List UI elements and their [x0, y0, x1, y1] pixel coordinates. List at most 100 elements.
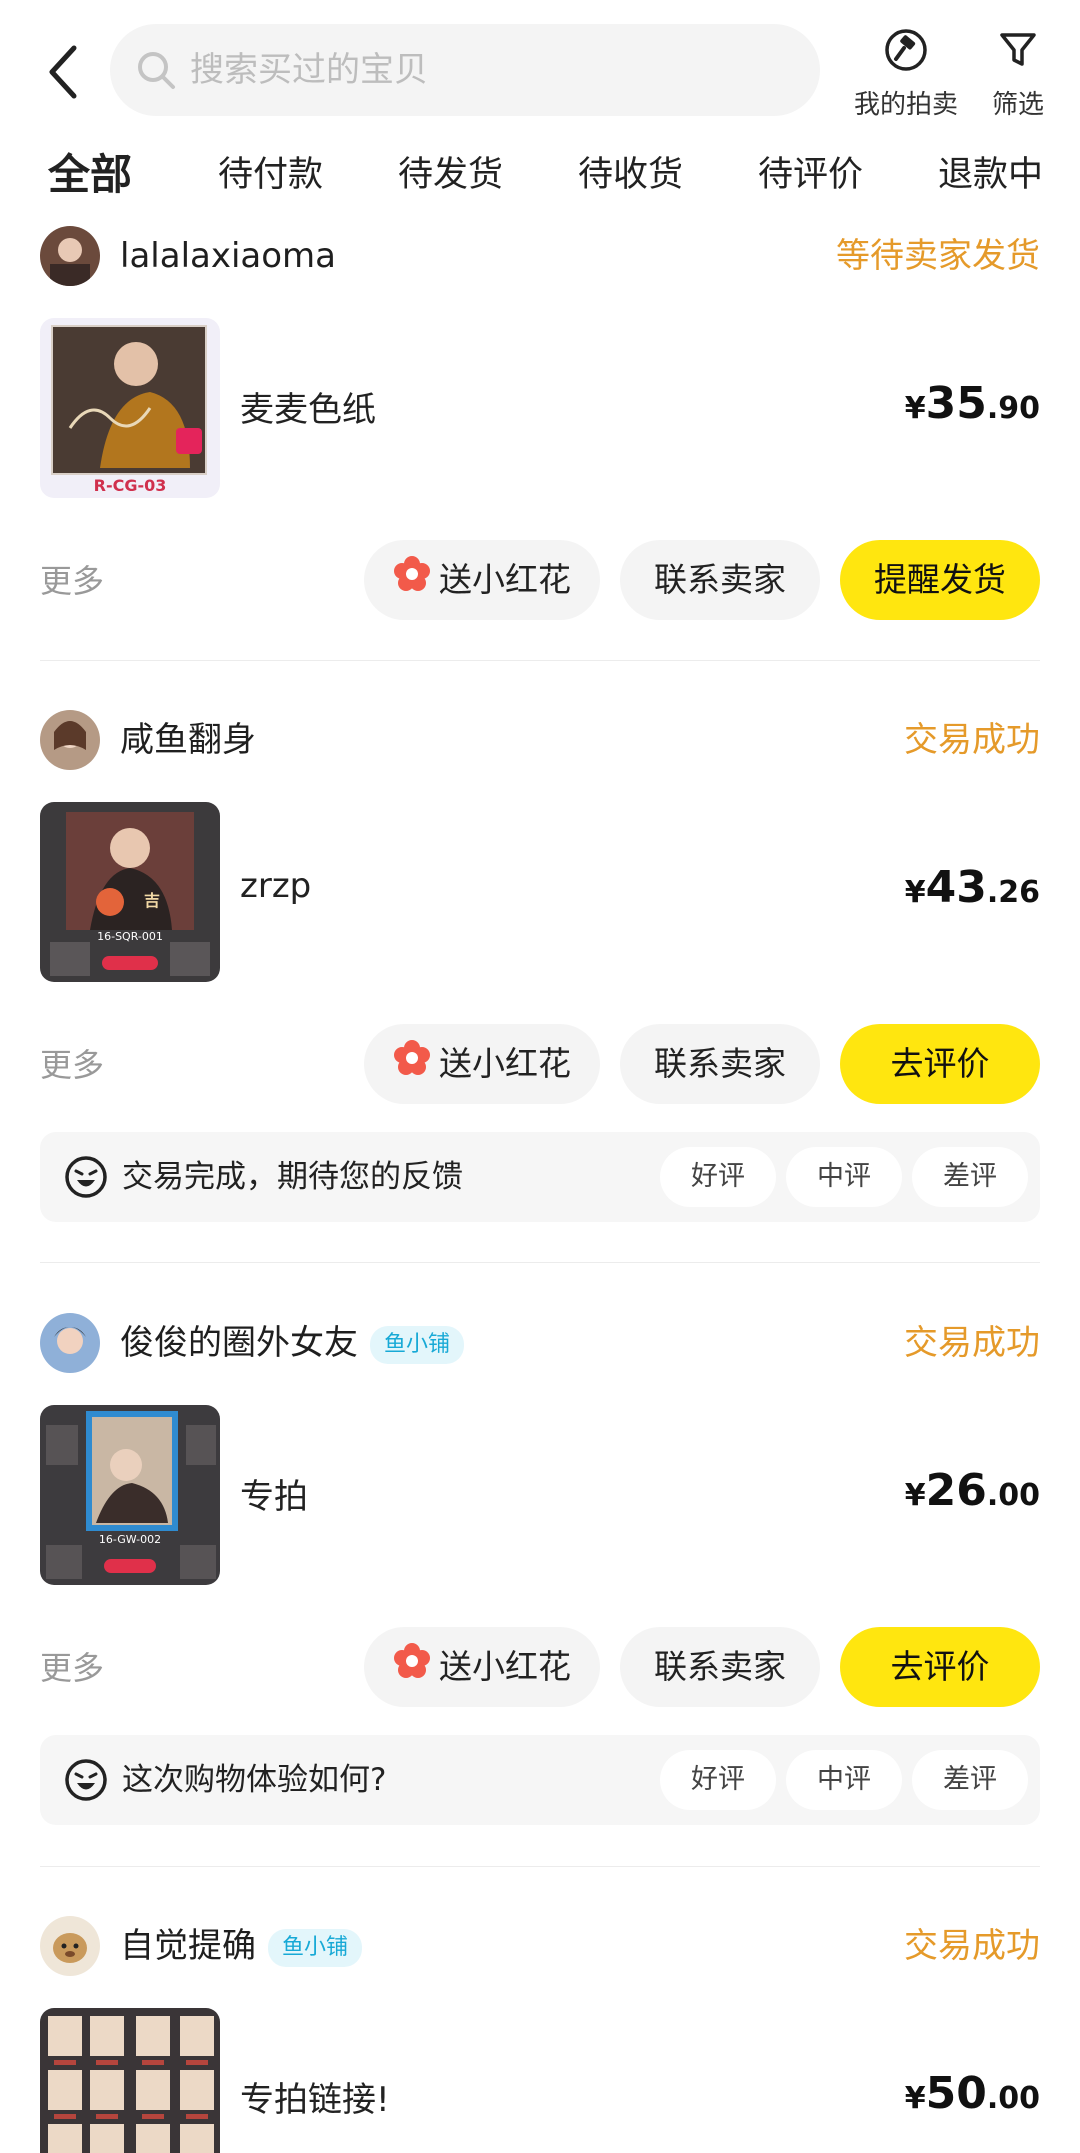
- tab-pending-shipment[interactable]: 待发货: [398, 135, 503, 215]
- send-flower-label: 送小红花: [439, 1044, 571, 1083]
- flower-icon: [393, 1026, 431, 1106]
- product-title[interactable]: 麦麦色纸: [240, 382, 376, 431]
- currency-symbol: ¥: [904, 1478, 926, 1513]
- shop-row[interactable]: 自觉提确 鱼小铺 交易成功: [40, 1916, 1040, 1976]
- currency-symbol: ¥: [904, 2081, 926, 2116]
- product-title[interactable]: 专拍链接!: [240, 2072, 390, 2121]
- shop-row[interactable]: lalalaxiaoma 等待卖家发货: [40, 226, 1040, 286]
- shop-name: 自觉提确 鱼小铺: [120, 1916, 363, 1976]
- shop-name: lalalaxiaoma: [120, 236, 337, 276]
- auction-label: 我的拍卖: [853, 90, 958, 120]
- product-title[interactable]: 专拍: [240, 1469, 308, 1518]
- send-flower-label: 送小红花: [439, 560, 571, 599]
- shop-name-text: 俊俊的圈外女友: [120, 1323, 358, 1363]
- product-price: ¥50.00: [905, 2068, 1040, 2119]
- product-thumbnail[interactable]: 16-GW-002: [40, 1405, 220, 1585]
- send-flower-button[interactable]: 送小红花: [364, 1627, 600, 1707]
- order-tabs: 全部 待付款 待发货 待收货 待评价 退款中: [0, 135, 1080, 225]
- back-arrow-icon[interactable]: [40, 40, 90, 104]
- tab-pending-review[interactable]: 待评价: [758, 135, 863, 215]
- product-thumbnail[interactable]: [40, 2008, 220, 2153]
- rate-neutral-button[interactable]: 中评: [786, 1147, 902, 1207]
- feedback-prompt: 这次购物体验如何?: [122, 1762, 387, 1798]
- price-integer: 50: [925, 2068, 987, 2119]
- send-flower-label: 送小红花: [439, 1647, 571, 1686]
- rate-neutral-button[interactable]: 中评: [786, 1750, 902, 1810]
- send-flower-button[interactable]: 送小红花: [364, 540, 600, 620]
- tab-refunding[interactable]: 退款中: [938, 135, 1043, 215]
- filter-funnel-icon: [958, 20, 1078, 80]
- order-card[interactable]: 俊俊的圈外女友 鱼小铺 交易成功 16-GW-002 专拍 ¥26.00 更多 送…: [40, 1313, 1040, 1833]
- order-card[interactable]: 自觉提确 鱼小铺 交易成功 专拍链接! ¥50.00: [40, 1916, 1040, 2153]
- flower-icon: [393, 1629, 431, 1709]
- feedback-bar: 交易完成，期待您的反馈 好评 中评 差评: [40, 1132, 1040, 1222]
- face-icon: [64, 1155, 108, 1199]
- feedback-bar: 这次购物体验如何? 好评 中评 差评: [40, 1735, 1040, 1825]
- order-status: 交易成功: [904, 1926, 1040, 1966]
- filter-label: 筛选: [991, 90, 1044, 120]
- product-price: ¥35.90: [905, 378, 1040, 429]
- price-decimal: .00: [986, 1478, 1040, 1513]
- face-icon: [64, 1758, 108, 1802]
- rate-good-button[interactable]: 好评: [660, 1147, 776, 1207]
- avatar: [40, 710, 100, 770]
- shop-badge: 鱼小铺: [370, 1325, 465, 1364]
- shop-row[interactable]: 俊俊的圈外女友 鱼小铺 交易成功: [40, 1313, 1040, 1373]
- divider: [40, 660, 1040, 661]
- shop-badge: 鱼小铺: [268, 1928, 363, 1967]
- order-status: 交易成功: [904, 720, 1040, 760]
- price-decimal: .26: [986, 875, 1040, 910]
- more-button[interactable]: 更多: [40, 556, 104, 602]
- currency-symbol: ¥: [904, 875, 926, 910]
- search-icon: [132, 46, 180, 94]
- order-status: 等待卖家发货: [836, 236, 1040, 276]
- product-thumbnail[interactable]: R-CG-03: [40, 318, 220, 498]
- more-button[interactable]: 更多: [40, 1040, 104, 1086]
- price-integer: 35: [925, 378, 987, 429]
- my-auction-button[interactable]: 我的拍卖: [846, 20, 966, 121]
- order-status: 交易成功: [904, 1323, 1040, 1363]
- tab-pending-receipt[interactable]: 待收货: [578, 135, 683, 215]
- shop-name-text: 自觉提确: [120, 1926, 256, 1966]
- price-decimal: .00: [986, 2081, 1040, 2116]
- product-price: ¥43.26: [905, 862, 1040, 913]
- write-review-button[interactable]: 去评价: [840, 1627, 1040, 1707]
- auction-gavel-icon: [846, 20, 966, 80]
- contact-seller-button[interactable]: 联系卖家: [620, 1627, 820, 1707]
- order-card[interactable]: 咸鱼翻身 交易成功 吉 16-SQR-001 zrzp ¥43.26 更多 送小…: [40, 710, 1040, 1230]
- contact-seller-button[interactable]: 联系卖家: [620, 540, 820, 620]
- search-input[interactable]: 搜索买过的宝贝: [110, 24, 820, 116]
- tab-all[interactable]: 全部: [44, 135, 133, 215]
- currency-symbol: ¥: [904, 391, 926, 426]
- divider: [40, 1866, 1040, 1867]
- product-price: ¥26.00: [905, 1465, 1040, 1516]
- thumbnail-caption: R-CG-03: [93, 476, 167, 495]
- svg-text:吉: 吉: [144, 891, 160, 910]
- filter-button[interactable]: 筛选: [958, 20, 1078, 121]
- shop-name: 咸鱼翻身: [120, 720, 256, 760]
- rate-bad-button[interactable]: 差评: [912, 1147, 1028, 1207]
- flower-icon: [393, 542, 431, 622]
- write-review-button[interactable]: 去评价: [840, 1024, 1040, 1104]
- avatar: [40, 226, 100, 286]
- more-button[interactable]: 更多: [40, 1643, 104, 1689]
- price-integer: 43: [925, 862, 987, 913]
- tab-pending-payment[interactable]: 待付款: [218, 135, 323, 215]
- send-flower-button[interactable]: 送小红花: [364, 1024, 600, 1104]
- rate-bad-button[interactable]: 差评: [912, 1750, 1028, 1810]
- thumbnail-caption: 16-SQR-001: [97, 930, 163, 943]
- rate-good-button[interactable]: 好评: [660, 1750, 776, 1810]
- feedback-prompt: 交易完成，期待您的反馈: [122, 1159, 463, 1195]
- product-title[interactable]: zrzp: [240, 866, 311, 906]
- avatar: [40, 1916, 100, 1976]
- order-card[interactable]: lalalaxiaoma 等待卖家发货 R-CG-03 麦麦色纸 ¥35.90 …: [40, 226, 1040, 646]
- shop-row[interactable]: 咸鱼翻身 交易成功: [40, 710, 1040, 770]
- product-thumbnail[interactable]: 吉 16-SQR-001: [40, 802, 220, 982]
- thumbnail-caption: 16-GW-002: [98, 1533, 162, 1546]
- price-decimal: .90: [986, 391, 1040, 426]
- remind-shipment-button[interactable]: 提醒发货: [840, 540, 1040, 620]
- top-bar: 搜索买过的宝贝 我的拍卖 筛选: [0, 0, 1080, 140]
- contact-seller-button[interactable]: 联系卖家: [620, 1024, 820, 1104]
- divider: [40, 1262, 1040, 1263]
- tab-label: 全部: [48, 150, 133, 199]
